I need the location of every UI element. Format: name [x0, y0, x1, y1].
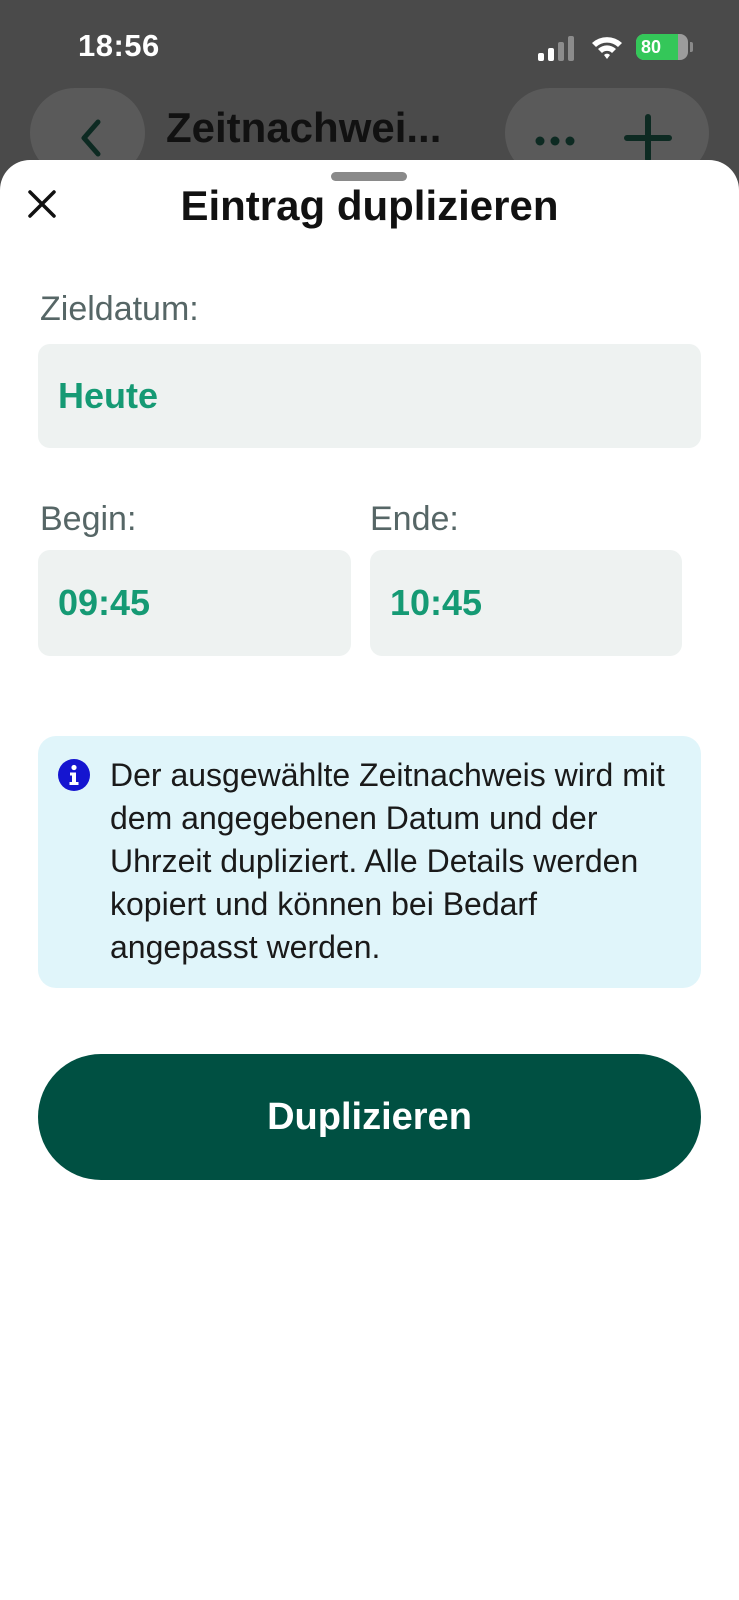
info-box: Der ausgewählte Zeitnachweis wird mit de… [38, 736, 701, 988]
sheet-title: Eintrag duplizieren [180, 182, 559, 229]
end-label: Ende: [370, 500, 459, 538]
end-time-field[interactable]: 10:45 [370, 550, 682, 656]
sheet-grabber[interactable] [331, 172, 407, 181]
target-date-label: Zieldatum: [40, 290, 199, 328]
status-bar: 18:56 80 [0, 0, 739, 90]
battery-icon: 80 [636, 34, 693, 60]
nav-title: Zeitnachwei... [166, 104, 442, 151]
target-date-value: Heute [58, 375, 159, 416]
begin-time-value: 09:45 [58, 582, 151, 623]
duplicate-button-label: Duplizieren [267, 1095, 472, 1138]
plus-icon[interactable] [624, 114, 672, 162]
battery-level: 80 [641, 37, 662, 57]
back-chevron-icon[interactable] [76, 118, 106, 158]
end-time-value: 10:45 [390, 582, 483, 623]
begin-time-field[interactable]: 09:45 [38, 550, 351, 656]
more-icon[interactable] [535, 136, 575, 146]
begin-label: Begin: [40, 500, 137, 538]
info-icon [58, 759, 90, 791]
status-time: 18:56 [78, 28, 160, 63]
target-date-field[interactable]: Heute [38, 344, 701, 448]
wifi-icon [592, 37, 622, 59]
duplicate-button[interactable]: Duplizieren [38, 1054, 701, 1180]
duplicate-sheet: Eintrag duplizieren Zieldatum: Heute Beg… [0, 160, 739, 1600]
signal-icon [538, 36, 574, 61]
info-text: Der ausgewählte Zeitnachweis wird mit de… [110, 757, 665, 965]
